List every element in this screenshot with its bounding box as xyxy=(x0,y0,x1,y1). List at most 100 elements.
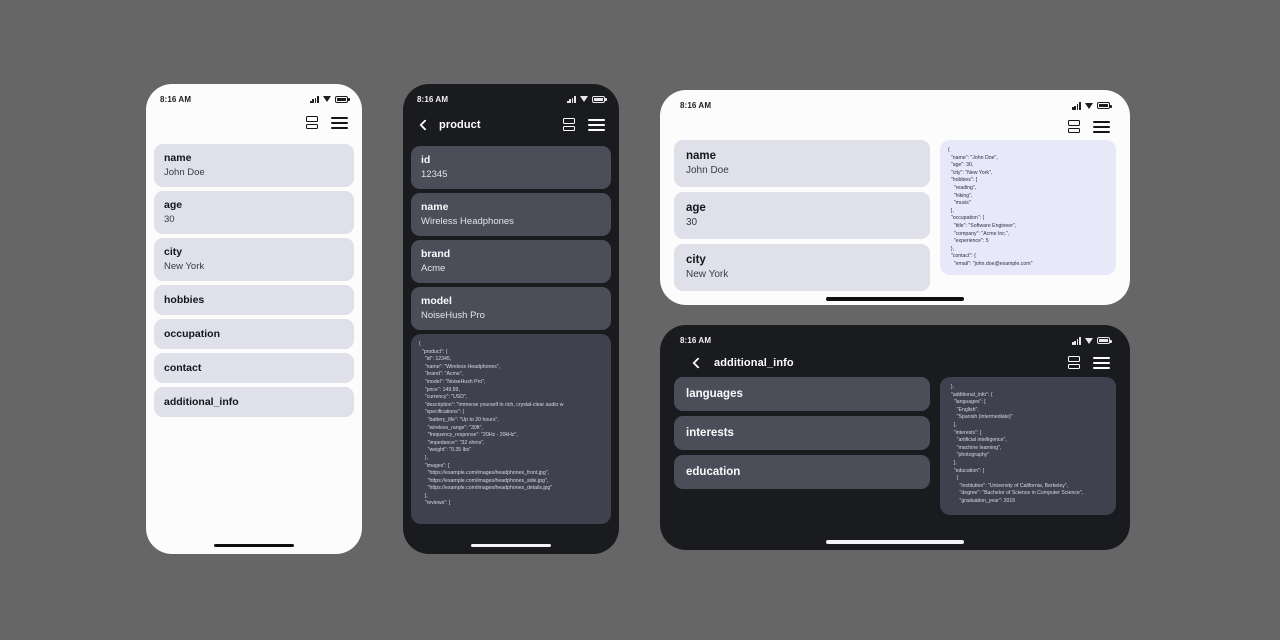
field-value: John Doe xyxy=(686,165,729,176)
app-bar-title: additional_info xyxy=(714,357,794,369)
field-key: brand xyxy=(421,248,451,260)
field-card[interactable]: name John Doe xyxy=(154,144,354,187)
status-time: 8:16 AM xyxy=(417,94,449,104)
field-key: model xyxy=(421,295,452,307)
wifi-icon xyxy=(1085,102,1094,110)
field-card-list: id 12345 name Wireless Headphones brand … xyxy=(403,146,619,330)
field-card[interactable]: education xyxy=(674,455,930,489)
status-system-icons xyxy=(567,95,607,103)
field-key: contact xyxy=(164,362,202,374)
field-card[interactable]: city New York xyxy=(154,238,354,281)
field-key: city xyxy=(164,246,183,258)
status-system-icons xyxy=(1072,102,1112,110)
field-value: New York xyxy=(164,261,205,272)
field-key: interests xyxy=(686,427,734,439)
field-key: hobbies xyxy=(164,294,205,306)
back-icon[interactable] xyxy=(690,357,702,369)
split-view-icon[interactable] xyxy=(1067,120,1081,135)
json-preview[interactable]: { "name": "John Doe", "age": 30, "city":… xyxy=(940,140,1116,275)
app-bar-leading: product xyxy=(417,119,562,131)
field-key: additional_info xyxy=(164,396,239,408)
menu-icon[interactable] xyxy=(331,117,348,130)
field-key: city xyxy=(686,254,706,266)
status-system-icons xyxy=(310,95,350,103)
back-icon[interactable] xyxy=(417,119,429,131)
split-view-icon[interactable] xyxy=(1067,356,1081,371)
menu-icon[interactable] xyxy=(1093,121,1110,134)
field-key: id xyxy=(421,154,431,166)
status-time: 8:16 AM xyxy=(680,336,712,345)
app-bar-actions xyxy=(1067,356,1110,371)
home-indicator xyxy=(471,544,551,547)
field-value: NoiseHush Pro xyxy=(421,310,485,321)
cellular-signal-icon xyxy=(310,95,320,103)
field-card[interactable]: additional_info xyxy=(154,387,354,417)
field-card[interactable]: interests xyxy=(674,416,930,450)
status-bar: 8:16 AM xyxy=(403,84,619,108)
field-key: age xyxy=(686,202,706,214)
cellular-signal-icon xyxy=(1072,102,1082,110)
field-value: John Doe xyxy=(164,167,205,178)
field-card[interactable]: occupation xyxy=(154,319,354,349)
split-view-body: languages interests education }, "additi… xyxy=(660,377,1130,515)
app-bar-title: product xyxy=(439,119,481,131)
field-card[interactable]: brand Acme xyxy=(411,240,611,283)
wifi-icon xyxy=(323,95,332,103)
split-view-icon[interactable] xyxy=(562,118,576,133)
field-key: name xyxy=(164,152,192,164)
app-bar-actions xyxy=(562,118,605,133)
menu-icon[interactable] xyxy=(1093,357,1110,370)
status-bar: 8:16 AM xyxy=(660,325,1130,349)
battery-icon xyxy=(335,95,350,103)
field-card[interactable]: hobbies xyxy=(154,285,354,315)
home-indicator xyxy=(214,544,294,547)
field-card[interactable]: model NoiseHush Pro xyxy=(411,287,611,330)
field-key: education xyxy=(686,466,741,478)
json-preview[interactable]: { "product": { "id": 12345, "name": "Wir… xyxy=(411,334,611,524)
field-value: Acme xyxy=(421,263,446,274)
field-card-list: name John Doe age 30 city New York xyxy=(674,140,930,291)
field-card[interactable]: age 30 xyxy=(674,192,930,239)
battery-icon xyxy=(592,95,607,103)
field-value: New York xyxy=(686,269,729,280)
status-bar: 8:16 AM xyxy=(660,90,1130,114)
menu-icon[interactable] xyxy=(588,119,605,132)
field-card[interactable]: name John Doe xyxy=(674,140,930,187)
status-system-icons xyxy=(1072,337,1112,345)
home-indicator xyxy=(826,540,964,544)
field-key: languages xyxy=(686,388,743,400)
app-bar: product xyxy=(403,108,619,142)
field-card[interactable]: name Wireless Headphones xyxy=(411,193,611,236)
status-time: 8:16 AM xyxy=(680,101,712,110)
app-bar-actions xyxy=(305,116,348,131)
device-phone-dark: 8:16 AM product id 12345 name Wireless H… xyxy=(403,84,619,554)
status-bar: 8:16 AM xyxy=(146,84,362,108)
field-card-list: languages interests education xyxy=(674,377,930,515)
field-card[interactable]: languages xyxy=(674,377,930,411)
field-card[interactable]: city New York xyxy=(674,244,930,291)
app-bar-actions xyxy=(1067,120,1110,135)
field-key: name xyxy=(421,201,449,213)
field-value: Wireless Headphones xyxy=(421,216,514,227)
battery-icon xyxy=(1097,102,1112,109)
app-bar: additional_info xyxy=(660,349,1130,377)
app-bar-leading: additional_info xyxy=(690,357,1067,369)
json-preview[interactable]: }, "additional_info": { "languages": [ "… xyxy=(940,377,1116,515)
wifi-icon xyxy=(1085,337,1094,345)
field-value: 12345 xyxy=(421,169,448,180)
field-card[interactable]: age 30 xyxy=(154,191,354,234)
field-value: 30 xyxy=(164,214,175,225)
field-card[interactable]: contact xyxy=(154,353,354,383)
split-view-body: name John Doe age 30 city New York { "na… xyxy=(660,140,1130,291)
cellular-signal-icon xyxy=(1072,337,1082,345)
field-card[interactable]: id 12345 xyxy=(411,146,611,189)
field-key: occupation xyxy=(164,328,221,340)
screenshot-canvas: 8:16 AM name John Doe age 30 city New Yo… xyxy=(0,0,1280,640)
device-tablet-dark: 8:16 AM additional_info languages intere… xyxy=(660,325,1130,550)
split-view-icon[interactable] xyxy=(305,116,319,131)
field-key: age xyxy=(164,199,183,211)
field-value: 30 xyxy=(686,217,698,228)
cellular-signal-icon xyxy=(567,95,577,103)
field-key: name xyxy=(686,150,717,162)
app-bar xyxy=(146,108,362,138)
